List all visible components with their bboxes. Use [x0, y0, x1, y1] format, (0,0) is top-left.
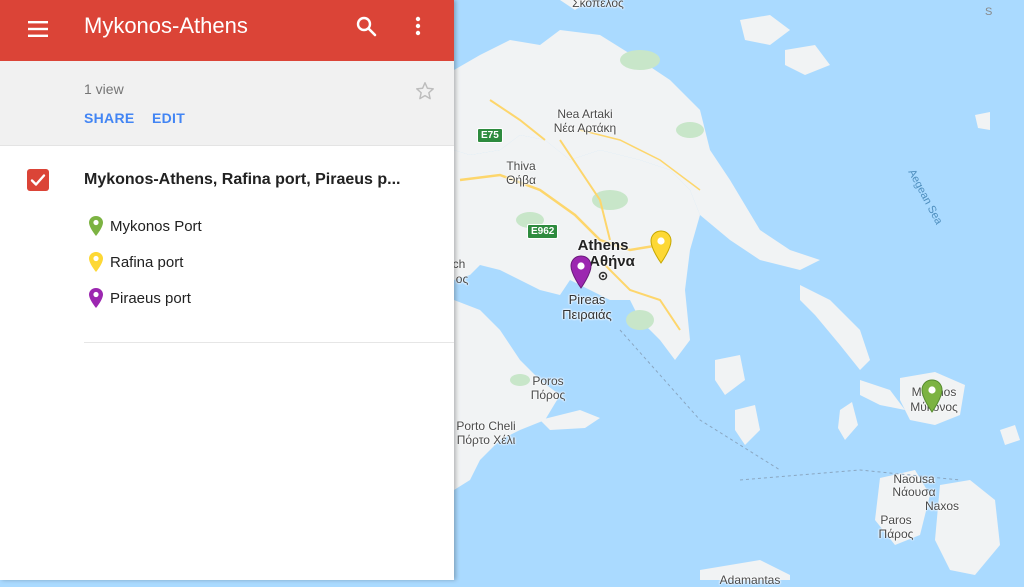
label-paros-gr: Πάρος [878, 527, 914, 541]
park-2 [592, 190, 628, 210]
marker-rafina-port[interactable] [650, 230, 672, 264]
label-skopelos: Σκόπελος [572, 0, 624, 10]
layer-title[interactable]: Mykonos-Athens, Rafina port, Piraeus p..… [84, 171, 424, 189]
yellow-pin-icon [89, 252, 103, 272]
label-naousa-gr: Νάουσα [892, 485, 936, 499]
park-5 [510, 374, 530, 386]
green-pin-icon [921, 379, 943, 413]
label-thiva: Thiva [506, 159, 536, 173]
park-1 [620, 50, 660, 70]
layer-checkbox[interactable] [27, 169, 49, 191]
label-poros: Poros [532, 374, 564, 388]
map-title: Mykonos-Athens [84, 13, 248, 38]
yellow-pin-icon [650, 230, 672, 264]
label-adamantas: Adamantas [719, 573, 781, 587]
marker-mykonos-port[interactable] [921, 379, 943, 413]
green-pin-icon [89, 216, 103, 236]
label-naousa: Naousa [893, 472, 935, 486]
place-label: Piraeus port [110, 290, 191, 307]
marker-piraeus-port[interactable] [570, 255, 592, 289]
label-porto-cheli: Porto Cheli [456, 419, 516, 433]
side-panel: Mykonos-Athens 1 view SHARE EDIT Mykonos… [0, 0, 454, 580]
label-naxos: Naxos [924, 499, 960, 513]
checkmark-icon [30, 174, 46, 186]
label-paros: Paros [880, 513, 912, 527]
layer-section: Mykonos-Athens, Rafina port, Piraeus p..… [27, 146, 454, 343]
label-pireas-gr: Πειραιάς [562, 307, 612, 322]
purple-pin-icon [89, 288, 103, 308]
label-pireas: Pireas [568, 292, 606, 307]
purple-pin-icon [570, 255, 592, 289]
search-icon[interactable] [354, 14, 378, 38]
share-button[interactable]: SHARE [84, 110, 135, 126]
label-nea-artaki-gr: Νέα Αρτάκη [553, 121, 617, 135]
panel-header: Mykonos-Athens [0, 0, 454, 61]
road-shield-e75: E75 [477, 128, 503, 143]
label-athens: Athens [577, 237, 629, 254]
label-nea-artaki: Nea Artaki [557, 107, 613, 121]
label-athens-gr: Αθήνα [589, 253, 635, 270]
label-thiva-gr: Θήβα [506, 173, 536, 187]
label-partial-ch: ch [452, 257, 466, 271]
label-poros-gr: Πόρος [530, 388, 566, 402]
label-porto-cheli-gr: Πόρτο Χέλι [456, 433, 516, 447]
road-shield-e962: E962 [527, 224, 559, 239]
svg-text:S: S [985, 6, 992, 18]
star-icon[interactable] [414, 80, 436, 102]
athens-city-dot [598, 271, 608, 281]
park-6 [676, 122, 704, 138]
place-label: Rafina port [110, 254, 184, 271]
map-control-icon[interactable]: S [984, 4, 996, 18]
edit-button[interactable]: EDIT [152, 110, 185, 126]
hamburger-menu-icon[interactable] [26, 17, 50, 41]
park-4 [626, 310, 654, 330]
more-vert-icon[interactable] [406, 14, 430, 38]
place-label: Mykonos Port [110, 218, 202, 235]
label-partial-os: ος [455, 272, 469, 286]
view-count: 1 view [84, 81, 124, 97]
map-info-section: 1 view SHARE EDIT [0, 61, 454, 146]
